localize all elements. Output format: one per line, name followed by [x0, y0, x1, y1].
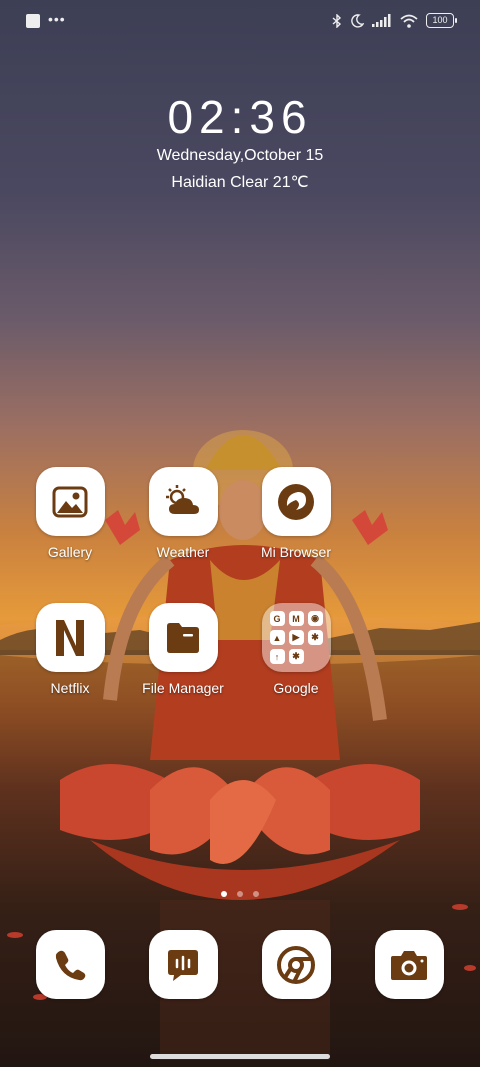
battery-icon: 100: [426, 13, 457, 28]
meet-icon: ▶: [288, 630, 304, 645]
assistant-icon: ✱: [288, 649, 304, 664]
bluetooth-icon: [332, 13, 342, 28]
maps-icon: ◉: [307, 611, 323, 626]
browser-icon: [261, 467, 331, 536]
dock-messages[interactable]: [127, 930, 239, 999]
app-label: Gallery: [47, 544, 93, 560]
wifi-icon: [400, 14, 418, 28]
page-dot: [237, 891, 243, 897]
page-dot: [253, 891, 259, 897]
app-label: Netflix: [50, 680, 90, 696]
app-netflix[interactable]: Netflix: [14, 603, 126, 696]
google-icon: G: [269, 611, 285, 626]
app-mi-browser[interactable]: Mi Browser: [240, 467, 352, 560]
app-gallery[interactable]: Gallery: [14, 467, 126, 560]
google-folder-icon: G M ◉ ▲ ▶ ✱ ↑ ✱: [261, 603, 331, 672]
clock-weather[interactable]: Haidian Clear 21℃: [0, 172, 480, 192]
photos-icon: ✱: [307, 630, 323, 645]
app-label: File Manager: [142, 680, 224, 696]
phone-icon: [35, 930, 105, 999]
app-file-manager[interactable]: File Manager: [127, 603, 239, 696]
messages-icon: [148, 930, 218, 999]
app-label: Google: [273, 680, 319, 696]
app-label: Mi Browser: [260, 544, 331, 560]
page-dot-active: [221, 891, 227, 897]
app-weather[interactable]: Weather: [127, 467, 239, 560]
gallery-icon: [35, 467, 105, 536]
empty-slot: [308, 649, 323, 664]
page-indicator: [0, 891, 480, 897]
status-bar: ••• 100: [0, 0, 480, 44]
signal-icon: [372, 14, 391, 27]
dock-phone[interactable]: [14, 930, 126, 999]
gmail-icon: M: [288, 611, 304, 626]
moon-icon: [351, 13, 364, 28]
drive-icon: ▲: [269, 630, 285, 645]
one-icon: ↑: [269, 649, 285, 664]
notification-square-icon: [26, 14, 40, 28]
folder-icon: [148, 603, 218, 672]
dock-camera[interactable]: [353, 930, 465, 999]
weather-icon: [148, 467, 218, 536]
app-google-folder[interactable]: G M ◉ ▲ ▶ ✱ ↑ ✱ Google: [240, 603, 352, 696]
chrome-icon: [261, 930, 331, 999]
home-gesture-bar[interactable]: [150, 1054, 330, 1059]
dock-chrome[interactable]: [240, 930, 352, 999]
camera-icon: [374, 930, 444, 999]
netflix-icon: [35, 603, 105, 672]
app-label: Weather: [156, 544, 210, 560]
more-dots-icon: •••: [48, 11, 66, 27]
clock-time[interactable]: 02:36: [0, 90, 480, 144]
clock-date: Wednesday,October 15: [156, 147, 324, 164]
